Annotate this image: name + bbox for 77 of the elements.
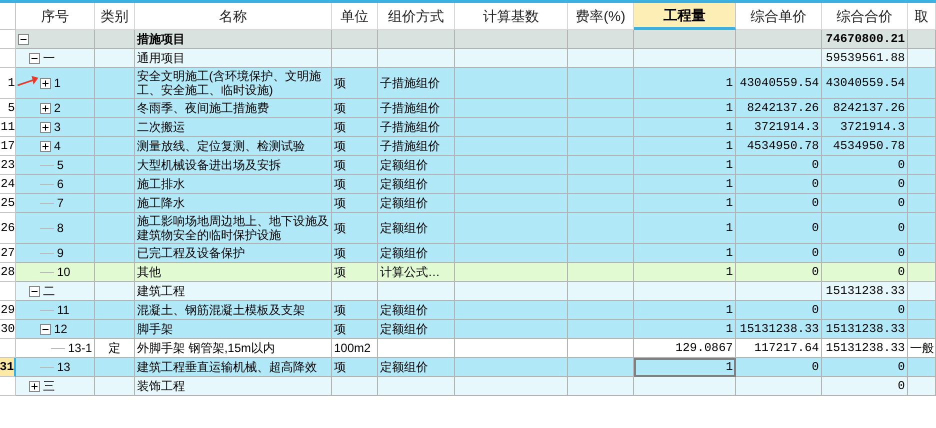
column-header[interactable]: 类别 (95, 3, 135, 30)
table-row[interactable]: 二 建筑工程 15131238.33 (0, 282, 936, 301)
item-number: 12 (54, 321, 68, 338)
item-number: 8 (57, 220, 64, 237)
item-number: 二 (43, 283, 55, 300)
collapse-toggle[interactable] (29, 52, 40, 64)
collapse-toggle[interactable] (40, 324, 51, 334)
item-number: 5 (57, 157, 64, 174)
item-number: 13-1 (68, 340, 92, 357)
expand-toggle[interactable] (40, 78, 51, 88)
row-number[interactable]: 23 (0, 156, 16, 175)
column-header[interactable]: 序号 (16, 3, 95, 30)
item-number: 11 (57, 302, 70, 319)
item-number: 13 (57, 359, 70, 376)
table-row[interactable]: 三 装饰工程 0 (0, 377, 936, 396)
column-header[interactable]: 名称 (135, 3, 332, 30)
column-header[interactable]: 组价方式 (378, 3, 455, 30)
collapse-toggle[interactable] (29, 286, 40, 296)
item-number: 2 (54, 100, 61, 117)
table-cell: 装饰工程 (135, 377, 332, 396)
item-number: 4 (54, 138, 61, 155)
plus-icon (41, 122, 50, 132)
plus-icon (30, 382, 39, 390)
table-row[interactable]: 5 2 冬雨季、夜间施工措施费 项 子措施组价 1 8242137.26 8242137.26 (0, 99, 936, 118)
table-row[interactable]: 30 12 脚手架 项 定额组价 1 15131238.33 15131238.33 (0, 320, 936, 339)
row-number[interactable]: 5 (0, 99, 16, 118)
expand-toggle[interactable] (40, 122, 51, 132)
item-number: 一 (43, 50, 55, 67)
table-cell: 1 (634, 358, 736, 377)
table-row[interactable]: 29 11 混凝土、钢筋混凝土模板及支架 项 定额组价 1 0 0 (0, 301, 936, 320)
plus-icon (41, 78, 50, 88)
table-cell: 0 (822, 377, 908, 396)
row-number[interactable]: 17 (0, 137, 16, 156)
plus-icon (41, 104, 50, 112)
row-number[interactable]: 27 (0, 244, 16, 263)
table-row[interactable]: 1 1 安全文明施工(含环境保护、文明施工、安全施工、临时设施) 项 子措施组价 1 43040559.54 43040559.54 (0, 68, 936, 99)
item-number: 6 (57, 176, 64, 193)
table-row[interactable]: 17 4 测量放线、定位复测、检测试验 项 子措施组价 1 4534950.78 4534950.78 (0, 137, 936, 156)
row-number[interactable]: 11 (0, 118, 16, 137)
column-header[interactable]: 综合合价 (822, 3, 908, 30)
table-row[interactable]: 28 10 其他 项 计算公式… 1 0 0 (0, 263, 936, 282)
table-row[interactable]: 23 5 大型机械设备进出场及安拆 项 定额组价 1 0 0 (0, 156, 936, 175)
table-row[interactable]: 一 通用项目 59539561.88 (0, 49, 936, 68)
expand-toggle[interactable] (29, 380, 40, 392)
table-row[interactable]: 24 6 施工排水 项 定额组价 1 0 0 (0, 175, 936, 194)
column-header[interactable]: 计算基数 (455, 3, 568, 30)
plus-icon (41, 142, 50, 150)
row-number[interactable]: 24 (0, 175, 16, 194)
pointer-arrow (17, 76, 39, 87)
collapse-toggle[interactable] (18, 34, 29, 44)
table-row[interactable]: 31 13 建筑工程垂直运输机械、超高降效 项 定额组价 1 0 0 (0, 358, 936, 377)
column-header[interactable]: 费率(%) (568, 3, 634, 30)
column-header[interactable]: 单位 (332, 3, 378, 30)
column-header[interactable]: 工程量 (634, 3, 736, 30)
expand-toggle[interactable] (40, 102, 51, 114)
table-row[interactable]: 25 7 施工降水 项 定额组价 1 0 0 (0, 194, 936, 213)
item-number: 3 (54, 119, 61, 136)
row-number[interactable]: 30 (0, 320, 16, 339)
expand-toggle[interactable] (40, 140, 51, 152)
row-number[interactable]: 26 (0, 213, 16, 244)
table-row[interactable]: 13-1 定 外脚手架 钢管架,15m以内 100m2 129.0867 117217.64 15131238.33 一般 (0, 339, 936, 358)
item-number: 9 (57, 245, 64, 262)
item-number: 三 (43, 378, 55, 395)
table-cell: 129.0867 (634, 339, 736, 358)
row-number[interactable]: 29 (0, 301, 16, 320)
table-row[interactable]: 27 9 已完工程及设备保护 项 定额组价 1 0 0 (0, 244, 936, 263)
column-header[interactable]: 综合单价 (736, 3, 822, 30)
item-number: 7 (57, 195, 64, 212)
row-number[interactable]: 28 (0, 263, 16, 282)
row-number[interactable]: 25 (0, 194, 16, 213)
row-number[interactable]: 31 (0, 358, 16, 377)
table-row[interactable]: 措施项目 74670800.21 (0, 30, 936, 49)
item-number: 1 (54, 75, 61, 92)
item-number: 10 (57, 264, 70, 281)
column-header[interactable]: 取 (908, 3, 936, 30)
row-number[interactable]: 1 (0, 68, 16, 99)
table-row[interactable]: 11 3 二次搬运 项 子措施组价 1 3721914.3 3721914.3 (0, 118, 936, 137)
